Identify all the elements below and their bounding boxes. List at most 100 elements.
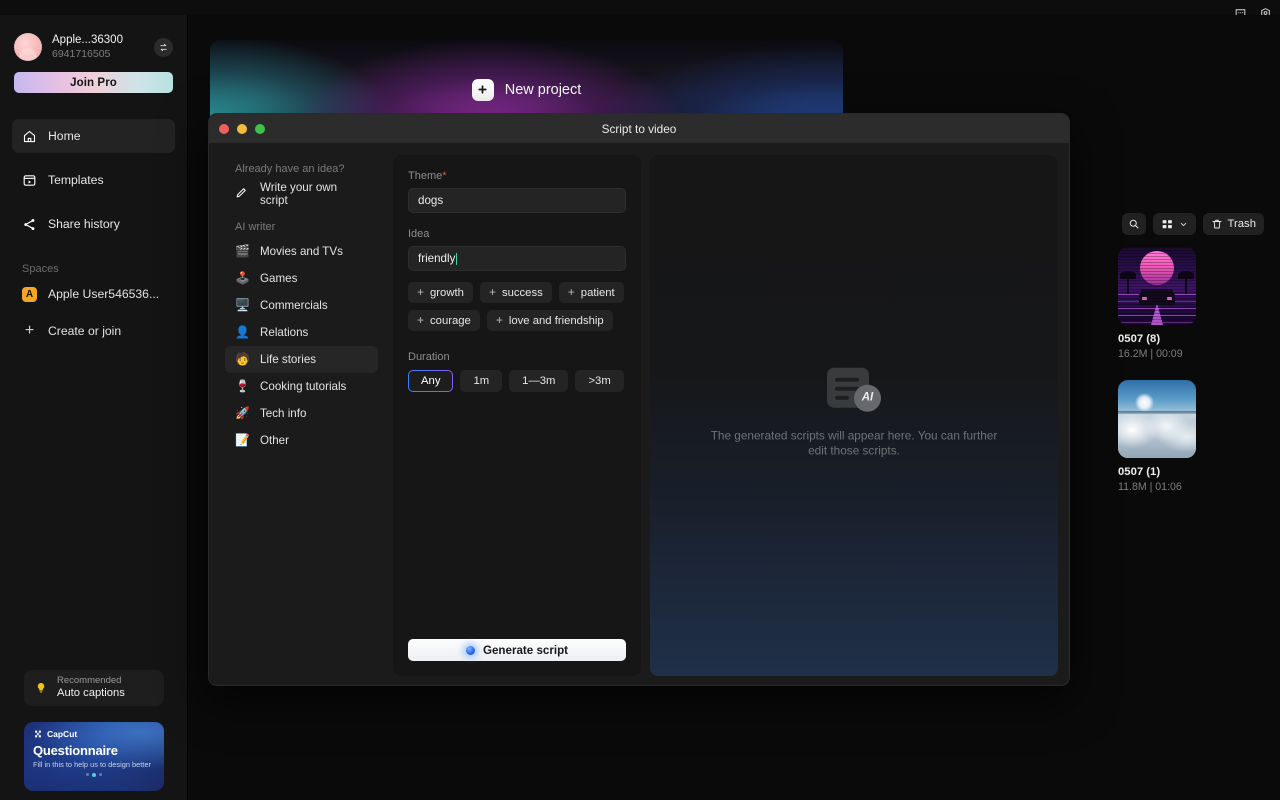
category-item-relations[interactable]: 👤 Relations — [225, 319, 378, 346]
grid-view-icon — [1161, 218, 1174, 231]
spaces-section-label: Spaces — [22, 263, 59, 275]
theme-input[interactable]: dogs — [408, 188, 626, 213]
plus-icon: + — [24, 322, 35, 339]
category-pane: Already have an idea? Write your own scr… — [209, 155, 384, 676]
category-item-other[interactable]: 📝 Other — [225, 427, 378, 454]
trash-icon — [1211, 218, 1223, 230]
category-item-commercials[interactable]: 🖥️ Commercials — [225, 292, 378, 319]
idea-label: Idea — [408, 228, 430, 240]
recommended-card[interactable]: Recommended Auto captions — [24, 670, 164, 706]
chip-label-courage: courage — [430, 314, 471, 327]
preview-empty-state: AI The generated scripts will appear her… — [650, 367, 1058, 460]
category-label-games: Games — [260, 272, 298, 285]
profile-section: Apple...36300 6941716505 Join Pro — [0, 15, 187, 93]
media-thumbnail-clouds[interactable] — [1118, 380, 1196, 458]
new-project-inner: New project — [471, 78, 581, 101]
media-item-name: 0507 (1) — [1118, 466, 1161, 478]
person-icon: 👤 — [235, 325, 250, 339]
questionnaire-subtitle: Fill in this to help us to design better — [33, 760, 151, 769]
suggestion-chip-growth[interactable]: + growth — [408, 282, 473, 303]
chip-label-growth: growth — [430, 286, 464, 299]
plus-icon: + — [488, 285, 496, 299]
rocket-icon: 🚀 — [235, 406, 250, 420]
media-item-list: 0507 (8) 16.2M | 00:09 0507 (1) 11.8M | … — [1084, 235, 1280, 493]
category-item-games[interactable]: 🕹️ Games — [225, 265, 378, 292]
category-item-write-own-script[interactable]: Write your own script — [225, 180, 378, 207]
sidebar-item-label-home: Home — [48, 129, 81, 143]
media-panel: Trash 0507 (8) 16.2M | 00:09 0507 (1) 11… — [1084, 15, 1280, 800]
profile-row[interactable]: Apple...36300 6941716505 — [14, 33, 173, 61]
suggestion-chip-courage[interactable]: + courage — [408, 310, 480, 331]
recommended-eyebrow: Recommended — [57, 675, 122, 687]
switch-account-button[interactable] — [154, 37, 173, 57]
sidebar-item-space-apple-user[interactable]: A Apple User546536... — [12, 279, 175, 309]
media-item[interactable]: 0507 (1) 11.8M | 01:06 — [1118, 380, 1280, 493]
category-item-life-stories[interactable]: 🧑 Life stories — [225, 346, 378, 373]
game-controller-icon: 🕹️ — [235, 271, 250, 285]
already-have-idea-header: Already have an idea? — [235, 163, 345, 175]
chip-label-success: success — [501, 286, 543, 299]
generate-script-button[interactable]: Generate script — [408, 639, 626, 661]
sidebar-item-share-history[interactable]: Share history — [12, 207, 175, 241]
share-icon — [22, 217, 37, 232]
duration-option-any[interactable]: Any — [408, 370, 453, 392]
sidebar-item-home[interactable]: Home — [12, 119, 175, 153]
capcut-brand-label: CapCut — [47, 729, 78, 739]
profile-text: Apple...36300 6941716505 — [52, 34, 144, 60]
duration-option-1-3m[interactable]: 1—3m — [509, 370, 569, 392]
trash-label: Trash — [1227, 218, 1256, 230]
category-label-write-own-script: Write your own script — [260, 180, 338, 207]
required-mark: * — [442, 170, 447, 182]
pencil-icon — [235, 186, 250, 201]
media-search-button[interactable] — [1121, 213, 1146, 235]
media-thumbnail-synthwave[interactable] — [1118, 247, 1196, 325]
duration-label: Duration — [408, 351, 450, 363]
category-item-movies-and-tvs[interactable]: 🎬 Movies and TVs — [225, 238, 378, 265]
idea-input[interactable]: friendly — [408, 246, 626, 271]
close-button[interactable] — [219, 123, 229, 134]
space-name-label: Apple User546536... — [48, 287, 160, 301]
carousel-dot-3[interactable] — [99, 772, 102, 776]
carousel-dot-1[interactable] — [86, 772, 89, 776]
script-to-video-modal: Script to video Already have an idea? Wr… — [208, 113, 1070, 686]
suggestion-chip-success[interactable]: + success — [479, 282, 552, 303]
category-label-cooking-tutorials: Cooking tutorials — [260, 380, 347, 393]
duration-option-gt3m[interactable]: >3m — [575, 370, 624, 392]
chip-label-love-and-friendship: love and friendship — [508, 314, 604, 327]
category-label-life-stories: Life stories — [260, 353, 317, 366]
recommended-title: Auto captions — [57, 687, 125, 700]
movie-clapper-icon: 🎬 — [235, 244, 250, 258]
ai-sparkle-dot-icon — [465, 645, 475, 655]
profile-user-id: 6941716505 — [52, 48, 111, 61]
zoom-button[interactable] — [255, 123, 265, 134]
carousel-dots[interactable] — [33, 772, 155, 777]
suggestion-chip-love-and-friendship[interactable]: + love and friendship — [486, 310, 613, 331]
media-view-mode-button[interactable] — [1152, 213, 1196, 235]
modal-title: Script to video — [601, 121, 677, 136]
plus-icon: + — [567, 285, 575, 299]
sidebar-item-label-templates: Templates — [48, 173, 104, 187]
media-item-name: 0507 (8) — [1118, 333, 1161, 345]
join-pro-button[interactable]: Join Pro — [14, 72, 173, 93]
trash-button[interactable]: Trash — [1202, 213, 1264, 235]
category-item-tech-info[interactable]: 🚀 Tech info — [225, 400, 378, 427]
sidebar-nav: Home Templates Share history — [0, 119, 187, 241]
media-item[interactable]: 0507 (8) 16.2M | 00:09 — [1118, 247, 1280, 360]
category-item-cooking-tutorials[interactable]: 🍷 Cooking tutorials — [225, 373, 378, 400]
window-topbar — [0, 0, 1280, 19]
minimize-button[interactable] — [237, 123, 247, 134]
suggestion-chip-patient[interactable]: + patient — [558, 282, 624, 303]
thumbnail-cloud-mass — [1118, 414, 1196, 458]
window-controls — [219, 123, 265, 134]
questionnaire-promo-card[interactable]: CapCut Questionnaire Fill in this to hel… — [24, 722, 164, 791]
notes-icon: 📝 — [235, 433, 250, 447]
sidebar-item-templates[interactable]: Templates — [12, 163, 175, 197]
carousel-dot-2[interactable] — [92, 772, 96, 777]
ai-badge: AI — [854, 384, 881, 412]
duration-option-1m[interactable]: 1m — [460, 370, 503, 392]
chip-label-patient: patient — [580, 286, 615, 299]
create-or-join-button[interactable]: + Create or join — [12, 316, 175, 346]
suggestion-chip-group: + growth + success + patient + courage +… — [408, 282, 626, 331]
category-label-other: Other — [260, 434, 289, 447]
preview-empty-text: The generated scripts will appear here. … — [710, 428, 998, 459]
